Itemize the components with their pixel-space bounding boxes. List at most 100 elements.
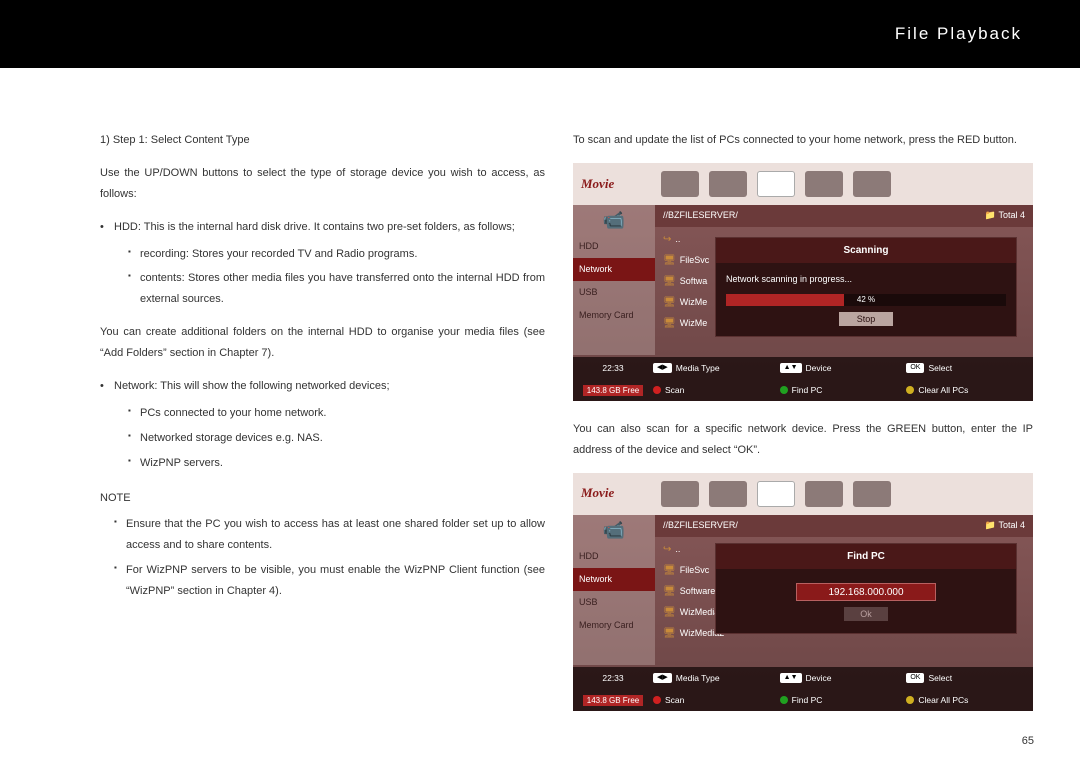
left-column: 1) Step 1: Select Content Type Use the U… bbox=[100, 130, 545, 729]
movie-label: Movie bbox=[581, 481, 651, 506]
clapboard-icon bbox=[709, 481, 747, 507]
ss1-path-row: //BZFILESERVER/ 📁 Total 4 bbox=[655, 205, 1033, 227]
network-sublist: PCs connected to your home network. Netw… bbox=[114, 403, 545, 474]
header-title: File Playback bbox=[895, 24, 1022, 44]
camera-icon bbox=[853, 171, 891, 197]
net-sub2: Networked storage devices e.g. NAS. bbox=[128, 428, 545, 449]
lens-icon bbox=[757, 171, 795, 197]
ss1-topbar: Movie bbox=[573, 163, 1033, 205]
note2: For WizPNP servers to be visible, you mu… bbox=[114, 560, 545, 602]
pc-icon: 🖥 bbox=[663, 561, 676, 580]
ss-free: 143.8 GB Free bbox=[583, 695, 643, 706]
camcorder-icon bbox=[661, 171, 699, 197]
note-heading: NOTE bbox=[100, 488, 545, 509]
right-para1: To scan and update the list of PCs conne… bbox=[573, 130, 1033, 151]
red-dot-icon bbox=[653, 696, 661, 704]
headphones-icon bbox=[805, 171, 843, 197]
headphones-icon bbox=[805, 481, 843, 507]
pc-icon: 🖥 bbox=[663, 624, 676, 643]
ss1-main: //BZFILESERVER/ 📁 Total 4 ↪.. 🖥FileSvc 🖥… bbox=[655, 205, 1033, 355]
dialog-title: Find PC bbox=[716, 544, 1016, 569]
ss2-main: //BZFILESERVER/ 📁 Total 4 ↪.. 🖥FileSvc 🖥… bbox=[655, 515, 1033, 665]
ss2-footer: 22:33 ◀▶Media Type ▲▼Device OKSelect 143… bbox=[573, 667, 1033, 711]
movie-label: Movie bbox=[581, 172, 651, 197]
key-ud: ▲▼ bbox=[780, 363, 802, 373]
dialog-msg: Network scanning in progress... bbox=[726, 271, 1006, 288]
progress-pct: 42 % bbox=[726, 294, 1006, 306]
side-network: Network bbox=[573, 258, 655, 281]
red-dot-icon bbox=[653, 386, 661, 394]
pc-icon: 🖥 bbox=[663, 251, 676, 270]
right-column: To scan and update the list of PCs conne… bbox=[573, 130, 1033, 729]
dialog-title: Scanning bbox=[716, 238, 1016, 263]
page-header: File Playback bbox=[0, 0, 1080, 68]
side-memcard: Memory Card bbox=[573, 614, 655, 637]
ip-input[interactable]: 192.168.000.000 bbox=[796, 583, 936, 601]
network-bullet: Network: This will show the following ne… bbox=[100, 376, 545, 474]
key-ok: OK bbox=[906, 673, 924, 683]
yellow-dot-icon bbox=[906, 696, 914, 704]
up-icon: ↪ bbox=[663, 540, 671, 559]
screenshot-findpc: Movie 📹 HDD Network USB Memory Card //BZ bbox=[573, 473, 1033, 711]
cam-device-icon: 📹 bbox=[573, 205, 655, 235]
pc-icon: 🖥 bbox=[663, 314, 676, 333]
step-heading: 1) Step 1: Select Content Type bbox=[100, 130, 545, 151]
hdd-sub2: contents: Stores other media files you h… bbox=[128, 268, 545, 310]
main-bullets: HDD: This is the internal hard disk driv… bbox=[100, 217, 545, 311]
scanning-dialog: Scanning Network scanning in progress...… bbox=[715, 237, 1017, 337]
hdd-bullet: HDD: This is the internal hard disk driv… bbox=[100, 217, 545, 311]
stop-button[interactable]: Stop bbox=[839, 312, 893, 326]
key-ud: ▲▼ bbox=[780, 673, 802, 683]
ss-time: 22:33 bbox=[579, 670, 647, 686]
ss-free: 143.8 GB Free bbox=[583, 385, 643, 396]
cam-device-icon: 📹 bbox=[573, 515, 655, 545]
side-network: Network bbox=[573, 568, 655, 591]
note-list: Ensure that the PC you wish to access ha… bbox=[100, 514, 545, 602]
green-dot-icon bbox=[780, 696, 788, 704]
pc-icon: 🖥 bbox=[663, 272, 676, 291]
yellow-dot-icon bbox=[906, 386, 914, 394]
clapboard-icon bbox=[709, 171, 747, 197]
ss2-path: //BZFILESERVER/ bbox=[663, 517, 738, 534]
right-para2: You can also scan for a specific network… bbox=[573, 419, 1033, 461]
ss2-topbar: Movie bbox=[573, 473, 1033, 515]
ok-button[interactable]: Ok bbox=[844, 607, 888, 621]
page-number: 65 bbox=[1022, 735, 1034, 747]
ss2-path-row: //BZFILESERVER/ 📁 Total 4 bbox=[655, 515, 1033, 537]
key-lr: ◀▶ bbox=[653, 363, 672, 373]
pc-icon: 🖥 bbox=[663, 293, 676, 312]
key-lr: ◀▶ bbox=[653, 673, 672, 683]
hdd-sublist: recording: Stores your recorded TV and R… bbox=[114, 244, 545, 311]
side-usb: USB bbox=[573, 591, 655, 614]
ss-time: 22:33 bbox=[579, 360, 647, 376]
hdd-sub1: recording: Stores your recorded TV and R… bbox=[128, 244, 545, 265]
green-dot-icon bbox=[780, 386, 788, 394]
pc-icon: 🖥 bbox=[663, 582, 676, 601]
page-content: 1) Step 1: Select Content Type Use the U… bbox=[0, 68, 1080, 729]
screenshot-scanning: Movie 📹 HDD Network USB Memory Card //BZ bbox=[573, 163, 1033, 401]
findpc-dialog: Find PC 192.168.000.000 Ok bbox=[715, 543, 1017, 634]
side-memcard: Memory Card bbox=[573, 304, 655, 327]
ss2-sidebar: 📹 HDD Network USB Memory Card bbox=[573, 515, 655, 665]
camera-icon bbox=[853, 481, 891, 507]
intro-para: Use the UP/DOWN buttons to select the ty… bbox=[100, 163, 545, 205]
hdd-after-para: You can create additional folders on the… bbox=[100, 322, 545, 364]
lens-icon bbox=[757, 481, 795, 507]
note1: Ensure that the PC you wish to access ha… bbox=[114, 514, 545, 556]
ss1-footer: 22:33 ◀▶Media Type ▲▼Device OKSelect 143… bbox=[573, 357, 1033, 401]
side-hdd: HDD bbox=[573, 545, 655, 568]
ss1-path: //BZFILESERVER/ bbox=[663, 207, 738, 224]
network-bullets: Network: This will show the following ne… bbox=[100, 376, 545, 474]
side-hdd: HDD bbox=[573, 235, 655, 258]
net-sub3: WizPNP servers. bbox=[128, 453, 545, 474]
key-ok: OK bbox=[906, 363, 924, 373]
side-usb: USB bbox=[573, 281, 655, 304]
camcorder-icon bbox=[661, 481, 699, 507]
up-icon: ↪ bbox=[663, 230, 671, 249]
net-sub1: PCs connected to your home network. bbox=[128, 403, 545, 424]
ss2-total: 📁 Total 4 bbox=[985, 517, 1025, 534]
ss1-total: 📁 Total 4 bbox=[985, 207, 1025, 224]
ss1-sidebar: 📹 HDD Network USB Memory Card bbox=[573, 205, 655, 355]
pc-icon: 🖥 bbox=[663, 603, 676, 622]
progress-bar: 42 % bbox=[726, 294, 1006, 306]
